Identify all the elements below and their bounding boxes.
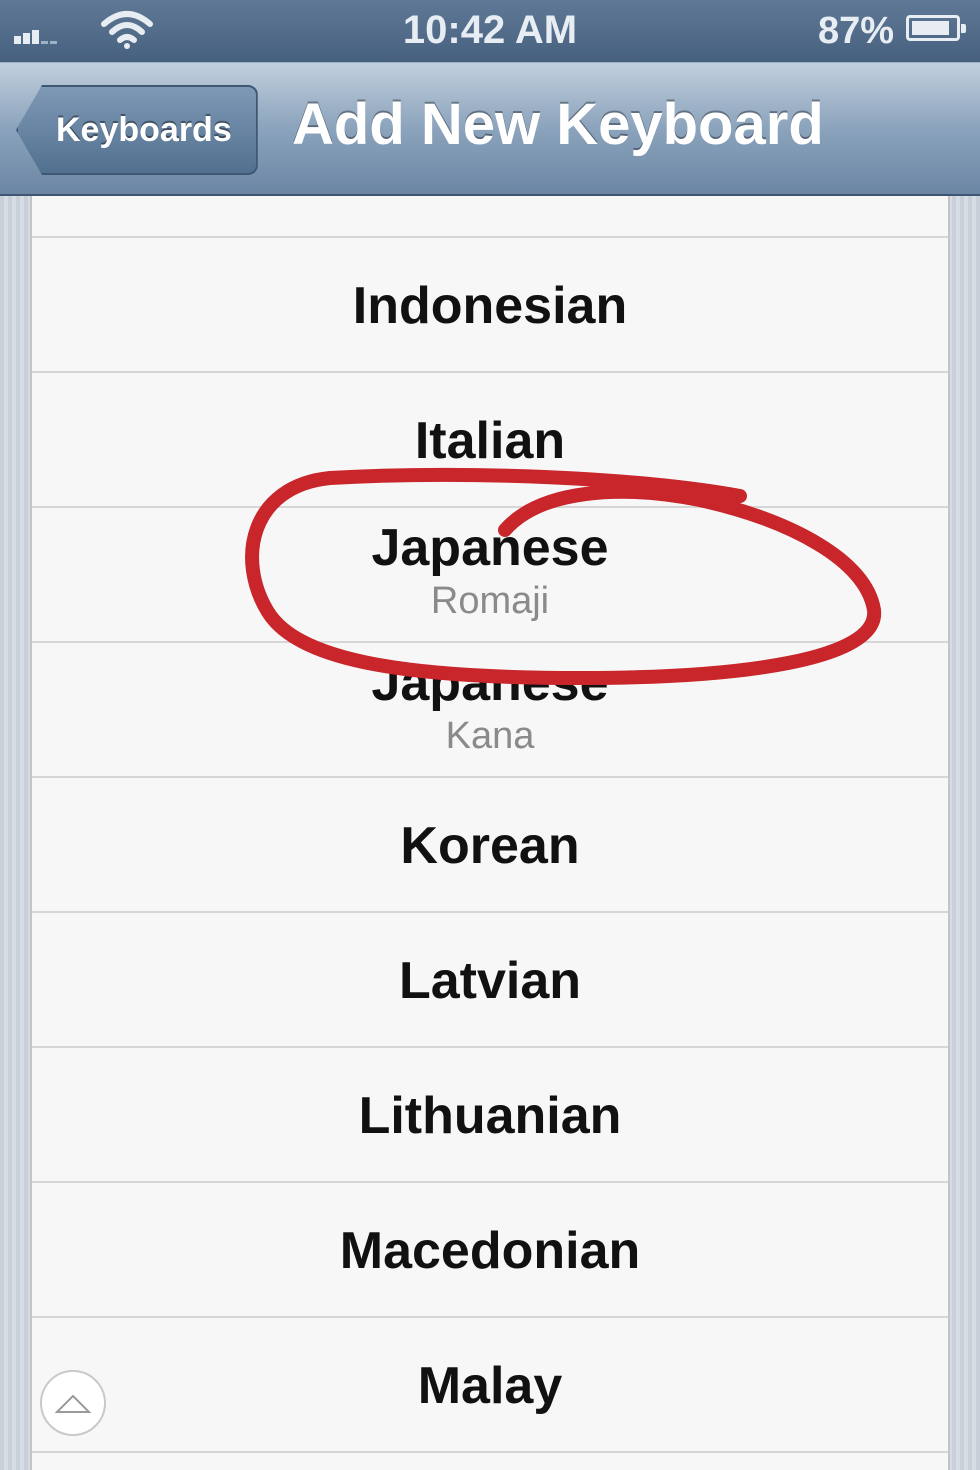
keyboard-label: Macedonian — [339, 1222, 641, 1280]
keyboard-label: Japanese — [371, 519, 609, 577]
keyboard-row-malay[interactable]: Malay — [32, 1318, 948, 1453]
keyboard-row-japanese-romaji[interactable]: Japanese Romaji — [32, 508, 948, 643]
scroll-to-top-button[interactable] — [40, 1370, 106, 1436]
keyboard-list[interactable]: Indonesian Italian Japanese Romaji Japan… — [30, 196, 950, 1470]
keyboard-sublabel: Romaji — [430, 580, 550, 622]
status-bar: 10:42 AM 87% — [0, 0, 980, 62]
keyboard-label: Japanese — [371, 654, 609, 712]
keyboard-label: Indonesian — [352, 277, 628, 335]
battery-percent: 87% — [817, 10, 894, 52]
keyboard-row-lithuanian[interactable]: Lithuanian — [32, 1048, 948, 1183]
keyboard-row-korean[interactable]: Korean — [32, 778, 948, 913]
keyboard-label: Korean — [400, 817, 580, 875]
keyboard-row-macedonian[interactable]: Macedonian — [32, 1183, 948, 1318]
keyboard-label: Italian — [414, 412, 566, 470]
back-button-label: Keyboards — [56, 110, 232, 149]
chevron-up-icon — [54, 1394, 92, 1413]
list-item-partial — [32, 196, 948, 238]
keyboard-row-latvian[interactable]: Latvian — [32, 913, 948, 1048]
back-button-keyboards[interactable]: Keyboards — [16, 85, 258, 175]
keyboard-row-indonesian[interactable]: Indonesian — [32, 238, 948, 373]
keyboard-label: Lithuanian — [358, 1087, 622, 1145]
keyboard-row-italian[interactable]: Italian — [32, 373, 948, 508]
navigation-bar: Keyboards Add New Keyboard — [0, 62, 980, 196]
keyboard-row-japanese-kana[interactable]: Japanese Kana — [32, 643, 948, 778]
keyboard-sublabel: Kana — [445, 715, 535, 757]
battery-fill — [912, 21, 949, 35]
battery-icon — [906, 15, 966, 41]
page-title: Add New Keyboard — [292, 92, 824, 157]
keyboard-label: Malay — [417, 1357, 563, 1415]
keyboard-label: Latvian — [398, 952, 582, 1010]
